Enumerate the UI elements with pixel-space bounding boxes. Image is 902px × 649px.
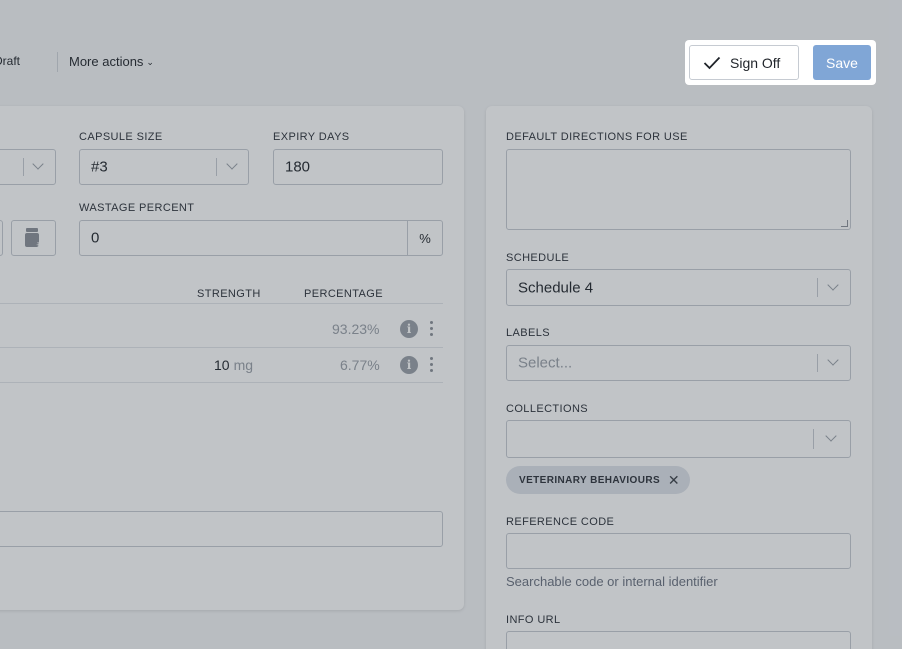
info-url-input[interactable] [506, 631, 851, 649]
collections-label: COLLECTIONS [506, 403, 589, 415]
expiry-days-label: EXPIRY DAYS [273, 131, 350, 143]
collection-chip: VETERINARY BEHAVIOURS ✕ [506, 466, 691, 494]
schedule-label: SCHEDULE [506, 252, 570, 264]
table-row-divider [0, 382, 443, 383]
partial-select-field[interactable] [0, 149, 56, 185]
percentage-cell: 93.23% [332, 321, 380, 337]
chevron-down-icon [32, 158, 44, 170]
collection-chip-label: VETERINARY BEHAVIOURS [519, 474, 661, 486]
strength-cell: 10 mg [214, 357, 253, 373]
sign-off-label: Sign Off [730, 54, 781, 71]
capsule-size-value: #3 [91, 158, 108, 176]
capsule-size-select[interactable]: #3 [79, 149, 249, 185]
wastage-percent-input[interactable]: 0 % [79, 220, 443, 256]
schedule-value: Schedule 4 [518, 279, 594, 296]
more-vertical-icon[interactable] [430, 321, 434, 339]
chevron-down-icon [226, 158, 238, 170]
pill-bottle-button[interactable]: # [11, 220, 56, 256]
resize-grip-icon[interactable] [841, 220, 848, 227]
table-row-divider [0, 347, 443, 348]
chevron-down-icon [825, 430, 837, 442]
sign-off-button[interactable]: Sign Off [689, 45, 799, 80]
schedule-select[interactable]: Schedule 4 [506, 269, 851, 306]
wastage-percent-label: WASTAGE PERCENT [79, 202, 195, 214]
chevron-down-icon [827, 279, 839, 291]
strength-column-header: STRENGTH [197, 288, 261, 300]
action-buttons-highlight: Sign Off Save [685, 40, 876, 85]
info-icon[interactable]: i [400, 356, 418, 374]
save-button[interactable]: Save [813, 45, 871, 80]
wastage-percent-value: 0 [91, 229, 100, 247]
svg-text:#: # [36, 240, 44, 249]
update-draft-link[interactable]: ate Draft [0, 54, 20, 68]
partial-icon-button[interactable] [0, 220, 3, 256]
percentage-column-header: PERCENTAGE [304, 288, 383, 300]
directions-label: DEFAULT DIRECTIONS FOR USE [506, 131, 688, 143]
reference-code-help: Searchable code or internal identifier [506, 574, 718, 589]
chevron-down-icon: ⌄ [146, 57, 154, 67]
more-actions-dropdown[interactable]: More actions ⌄ [69, 54, 154, 69]
expiry-days-input[interactable]: 180 [273, 149, 443, 185]
pill-bottle-icon: # [25, 228, 44, 249]
notes-input[interactable] [0, 511, 443, 547]
directions-textarea[interactable] [506, 149, 851, 230]
reference-code-label: REFERENCE CODE [506, 516, 615, 528]
check-icon [703, 56, 721, 69]
percent-suffix: % [407, 221, 442, 255]
labels-label: LABELS [506, 327, 550, 339]
strength-unit: mg [233, 357, 254, 373]
info-url-label: INFO URL [506, 614, 561, 626]
percentage-cell: 6.77% [340, 357, 380, 373]
strength-value: 10 [214, 357, 230, 373]
chevron-down-icon [827, 354, 839, 366]
close-icon[interactable]: ✕ [668, 473, 680, 487]
toolbar-divider [57, 52, 58, 72]
table-header-divider [0, 303, 443, 304]
info-icon[interactable]: i [400, 320, 418, 338]
labels-placeholder: Select... [518, 354, 573, 372]
more-actions-label: More actions [69, 54, 144, 69]
labels-select[interactable]: Select... [506, 345, 851, 381]
more-vertical-icon[interactable] [430, 357, 434, 375]
reference-code-input[interactable] [506, 533, 851, 569]
collections-select[interactable] [506, 420, 851, 458]
expiry-days-value: 180 [285, 158, 311, 176]
capsule-size-label: CAPSULE SIZE [79, 131, 163, 143]
